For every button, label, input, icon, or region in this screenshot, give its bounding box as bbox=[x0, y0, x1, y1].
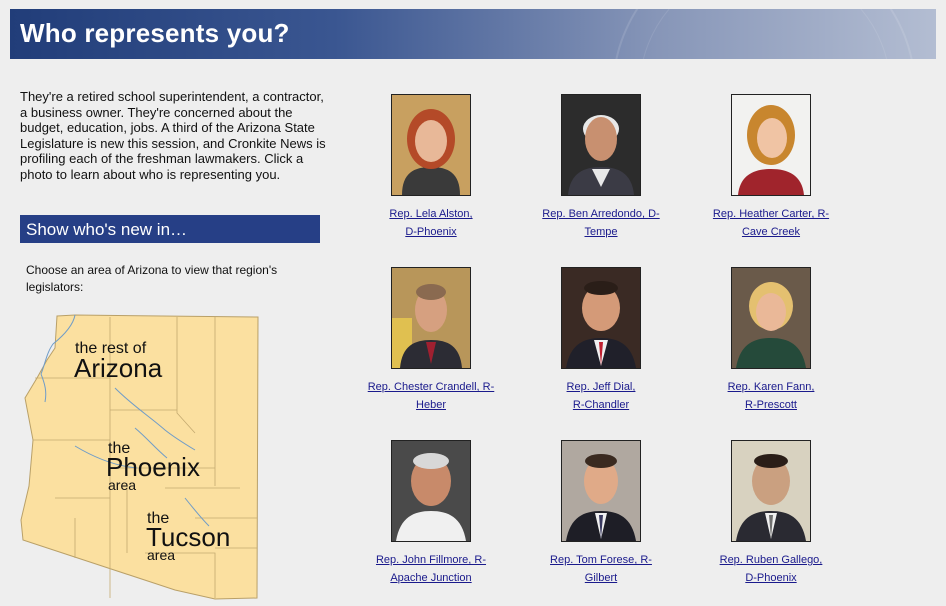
legislator-card[interactable]: Rep. Heather Carter, R- Cave Creek bbox=[696, 94, 846, 241]
portrait-icon bbox=[562, 95, 640, 195]
region-instructions: Choose an area of Arizona to view that r… bbox=[26, 263, 278, 294]
legislator-card[interactable]: Rep. Jeff Dial, R-Chandler bbox=[526, 267, 676, 414]
legislator-photo[interactable] bbox=[391, 267, 471, 369]
legislator-photo[interactable] bbox=[391, 440, 471, 542]
legislator-name-link[interactable]: Rep. Ruben Gallego, D-Phoenix bbox=[696, 551, 846, 587]
region-filter-bar: Show who's new in… bbox=[20, 215, 320, 243]
legislator-name-link[interactable]: Rep. Karen Fann, R-Prescott bbox=[696, 378, 846, 414]
legislator-photo[interactable] bbox=[731, 440, 811, 542]
intro-text: They're a retired school superintendent,… bbox=[20, 89, 326, 182]
legislator-photo[interactable] bbox=[731, 267, 811, 369]
map-label-big: Arizona bbox=[74, 353, 163, 383]
legislator-photo[interactable] bbox=[561, 440, 641, 542]
legislator-name-link[interactable]: Rep. John Fillmore, R- Apache Junction bbox=[356, 551, 506, 587]
legislator-card[interactable]: Rep. Karen Fann, R-Prescott bbox=[696, 267, 846, 414]
legislator-name-link[interactable]: Rep. Ben Arredondo, D- Tempe bbox=[526, 205, 676, 241]
portrait-icon bbox=[562, 268, 640, 368]
legislator-name-link[interactable]: Rep. Heather Carter, R- Cave Creek bbox=[696, 205, 846, 241]
legislator-name-link[interactable]: Rep. Chester Crandell, R- Heber bbox=[356, 378, 506, 414]
legislator-card[interactable]: Rep. Ben Arredondo, D- Tempe bbox=[526, 94, 676, 241]
legislator-photo[interactable] bbox=[391, 94, 471, 196]
portrait-icon bbox=[732, 95, 810, 195]
region-filter-title: Show who's new in… bbox=[26, 220, 188, 239]
legislator-name-link[interactable]: Rep. Lela Alston, D-Phoenix bbox=[356, 205, 506, 241]
arizona-region-map[interactable]: the rest of Arizona the Phoenix area the… bbox=[15, 298, 280, 606]
legislator-photo[interactable] bbox=[561, 94, 641, 196]
page-header: Who represents you? bbox=[10, 9, 936, 59]
legislator-name-link[interactable]: Rep. Tom Forese, R- Gilbert bbox=[526, 551, 676, 587]
legislator-card[interactable]: Rep. Lela Alston, D-Phoenix bbox=[356, 94, 506, 241]
legislator-card[interactable]: Rep. Chester Crandell, R- Heber bbox=[356, 267, 506, 414]
legislator-card[interactable]: Rep. John Fillmore, R- Apache Junction bbox=[356, 440, 506, 587]
page-title: Who represents you? bbox=[20, 18, 290, 48]
map-label-area: area bbox=[147, 547, 175, 563]
legislator-photo[interactable] bbox=[561, 267, 641, 369]
legislator-name-link[interactable]: Rep. Jeff Dial, R-Chandler bbox=[526, 378, 676, 414]
state-seal-ring bbox=[639, 9, 891, 59]
portrait-icon bbox=[392, 95, 470, 195]
portrait-icon bbox=[732, 268, 810, 368]
portrait-icon bbox=[392, 268, 470, 368]
legislator-photo[interactable] bbox=[731, 94, 811, 196]
portrait-icon bbox=[732, 441, 810, 541]
portrait-icon bbox=[392, 441, 470, 541]
legislator-card[interactable]: Rep. Tom Forese, R- Gilbert bbox=[526, 440, 676, 587]
portrait-icon bbox=[562, 441, 640, 541]
legislator-card[interactable]: Rep. Ruben Gallego, D-Phoenix bbox=[696, 440, 846, 587]
map-label-area: area bbox=[108, 477, 136, 493]
